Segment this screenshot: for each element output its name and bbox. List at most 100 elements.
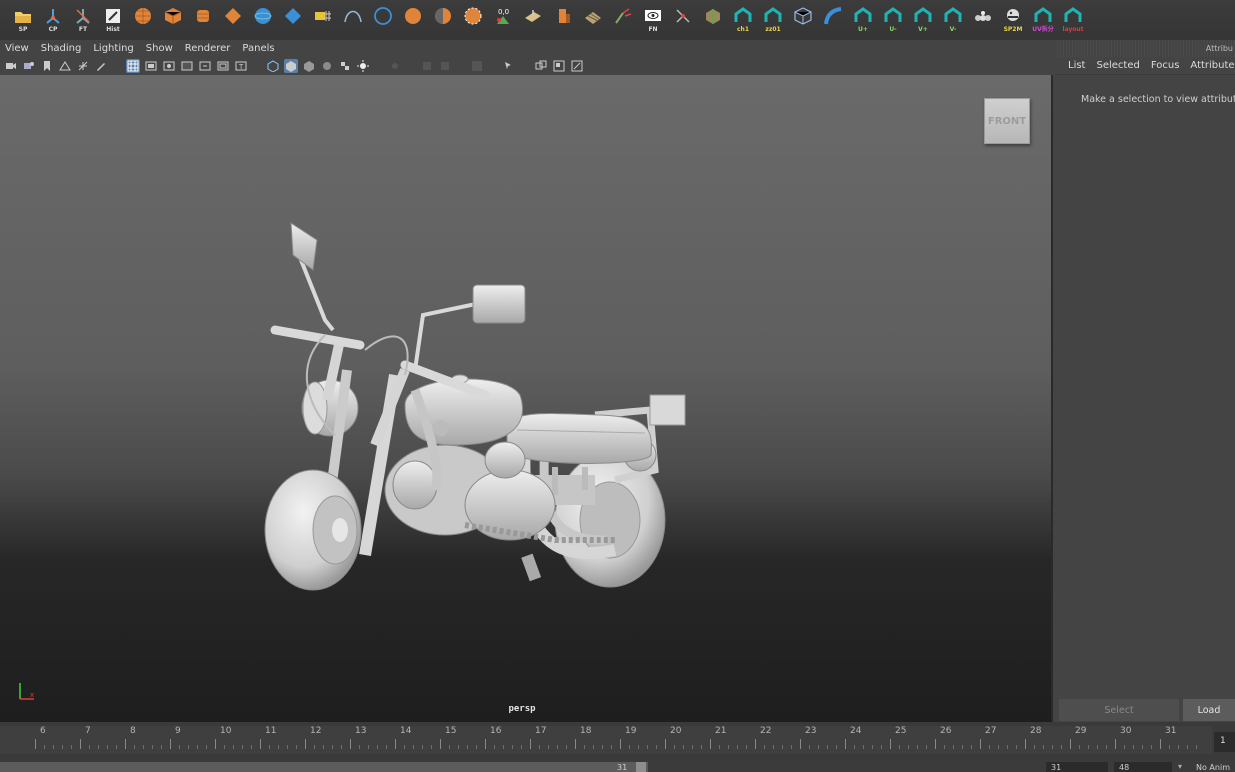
shelf-button[interactable]: 0,0 xyxy=(488,3,518,37)
menu-show[interactable]: Show xyxy=(146,43,173,54)
shelf-button[interactable] xyxy=(338,3,368,37)
shelf-button[interactable]: V+ xyxy=(908,3,938,37)
shelf-button[interactable]: FT xyxy=(68,3,98,37)
smooth-sphere-icon xyxy=(464,7,482,25)
menu-lighting[interactable]: Lighting xyxy=(93,43,133,54)
attribute-editor-buttons: Select Load xyxy=(1059,699,1235,721)
time-slider[interactable]: 6 7 8 9 10 11 12 13 14 15 16 17 18 19 20 21 22 23 24 25 26 27… xyxy=(0,722,1235,760)
perspective-viewport[interactable]: FRONT x persp xyxy=(0,75,1053,722)
frame-minor-tick xyxy=(359,745,360,749)
shelf-button[interactable] xyxy=(248,3,278,37)
playback-start-field[interactable]: 31 xyxy=(1046,762,1108,772)
uv-script-icon xyxy=(854,7,872,22)
menu-view[interactable]: View xyxy=(5,43,29,54)
shelf-button[interactable] xyxy=(608,3,638,37)
current-frame-field[interactable]: 1 xyxy=(1214,732,1235,752)
shelf-button[interactable] xyxy=(968,3,998,37)
shelf-button[interactable] xyxy=(218,3,248,37)
menu-attributes[interactable]: Attributes xyxy=(1190,60,1235,71)
shelf-button[interactable] xyxy=(458,3,488,37)
shelf-button[interactable]: SP xyxy=(8,3,38,37)
menu-shading[interactable]: Shading xyxy=(41,43,82,54)
shelf-button[interactable] xyxy=(398,3,428,37)
default-material-button[interactable] xyxy=(302,59,316,73)
xray-button[interactable] xyxy=(320,59,334,73)
wireframe-button[interactable] xyxy=(266,59,280,73)
attribute-editor-header[interactable]: Attribu xyxy=(1055,40,1235,57)
smooth-shade-icon xyxy=(286,61,296,72)
frame-tick xyxy=(1160,739,1161,749)
camera-name-label: persp xyxy=(508,704,536,714)
load-attributes-button[interactable]: Load xyxy=(1183,699,1235,721)
shelf-button[interactable]: ch1 xyxy=(728,3,758,37)
shelf-button[interactable] xyxy=(818,3,848,37)
two-pane-button[interactable] xyxy=(534,59,548,73)
orange-sphere-icon xyxy=(405,8,421,24)
resolution-gate-toggle[interactable] xyxy=(162,59,176,73)
frame-tick xyxy=(485,739,486,749)
chevron-down-icon[interactable]: ▾ xyxy=(1178,762,1192,772)
menu-selected[interactable]: Selected xyxy=(1096,60,1139,71)
camera-attributes-button[interactable] xyxy=(22,59,36,73)
shelf-button[interactable] xyxy=(278,3,308,37)
shelf-button[interactable] xyxy=(188,3,218,37)
grid-toggle[interactable] xyxy=(126,59,140,73)
field-chart-toggle[interactable] xyxy=(198,59,212,73)
ambient-occlusion-button[interactable] xyxy=(420,59,434,73)
viewcube[interactable]: FRONT xyxy=(984,98,1030,144)
shelf-button[interactable] xyxy=(518,3,548,37)
playback-end-field[interactable]: 48 xyxy=(1114,762,1172,772)
textured-button[interactable] xyxy=(338,59,352,73)
time-ruler[interactable]: 6 7 8 9 10 11 12 13 14 15 16 17 18 19 20 21 22 23 24 25 26 27… xyxy=(0,726,1212,754)
shelf-button[interactable] xyxy=(308,3,338,37)
shelf-button[interactable] xyxy=(548,3,578,37)
isolate-select-button[interactable] xyxy=(470,59,484,73)
select-button[interactable]: Select xyxy=(1059,699,1179,721)
shelf-button[interactable]: Hist xyxy=(98,3,128,37)
image-plane-button[interactable] xyxy=(58,59,72,73)
shelf-button[interactable] xyxy=(698,3,728,37)
shelf-button[interactable] xyxy=(668,3,698,37)
frame-tick xyxy=(665,739,666,749)
shelf-button[interactable]: V- xyxy=(938,3,968,37)
pencil-button[interactable] xyxy=(94,59,108,73)
film-gate-toggle[interactable] xyxy=(144,59,158,73)
safe-action-toggle[interactable] xyxy=(216,59,230,73)
motion-blur-button[interactable] xyxy=(438,59,452,73)
safe-title-toggle[interactable]: T xyxy=(234,59,248,73)
select-camera-button[interactable] xyxy=(4,59,18,73)
shelf-button[interactable] xyxy=(128,3,158,37)
shelf-button[interactable] xyxy=(158,3,188,37)
gate-mask-toggle[interactable] xyxy=(180,59,194,73)
menu-focus[interactable]: Focus xyxy=(1151,60,1180,71)
shelf-button[interactable]: layout xyxy=(1058,3,1088,37)
shelf-button[interactable]: U+ xyxy=(848,3,878,37)
shelf-button[interactable] xyxy=(368,3,398,37)
shelf-button[interactable]: U- xyxy=(878,3,908,37)
xray-joints-button[interactable] xyxy=(502,59,516,73)
shelf-button[interactable]: zz01 xyxy=(758,3,788,37)
shelf-button[interactable]: UV拆分 xyxy=(1028,3,1058,37)
poly-diamond-icon xyxy=(225,8,241,24)
grease-pencil-button[interactable] xyxy=(76,59,90,73)
smooth-shade-button[interactable] xyxy=(284,59,298,73)
frame-all-button[interactable] xyxy=(570,59,584,73)
range-slider-handle[interactable] xyxy=(636,762,646,772)
shadows-button[interactable] xyxy=(388,59,402,73)
shelf-button[interactable]: CP xyxy=(38,3,68,37)
shelf-button[interactable] xyxy=(428,3,458,37)
shelf-button[interactable] xyxy=(788,3,818,37)
shelf-button[interactable]: SP2M xyxy=(998,3,1028,37)
anim-layer-dropdown[interactable]: No Anim xyxy=(1196,762,1230,772)
menu-list[interactable]: List xyxy=(1068,60,1085,71)
menu-panels[interactable]: Panels xyxy=(242,43,274,54)
shelf-button[interactable] xyxy=(578,3,608,37)
menu-renderer[interactable]: Renderer xyxy=(185,43,231,54)
motorcycle-model[interactable] xyxy=(255,145,695,605)
shelf-button[interactable]: FN xyxy=(638,3,668,37)
frame-tick xyxy=(845,739,846,749)
range-slider[interactable] xyxy=(0,762,648,772)
layout-button[interactable] xyxy=(552,59,566,73)
lights-button[interactable] xyxy=(356,59,370,73)
bookmark-button[interactable] xyxy=(40,59,54,73)
